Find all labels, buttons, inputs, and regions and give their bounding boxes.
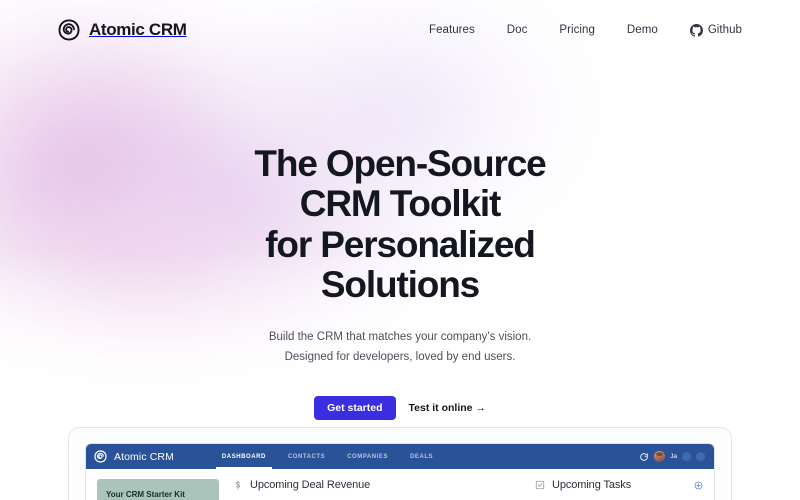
subhead-line-1: Build the CRM that matches your company'… — [268, 331, 532, 344]
starter-kit-title: Your CRM Starter Kit — [106, 490, 185, 499]
hero-subtitle: Build the CRM that matches your company'… — [0, 328, 800, 368]
nav-link-github-label: Github — [707, 24, 742, 36]
checklist-icon — [535, 480, 545, 490]
app-bar-chip-1[interactable] — [682, 452, 691, 461]
upcoming-tasks-panel: Upcoming Tasks — [535, 479, 703, 491]
landing-page: Atomic CRM Features Doc Pricing Demo Git… — [0, 0, 800, 500]
tab-contacts[interactable]: CONTACTS — [277, 444, 336, 469]
brand-logo-link[interactable]: Atomic CRM — [58, 19, 187, 41]
app-bar-actions: Ja — [639, 451, 705, 462]
tab-companies[interactable]: COMPANIES — [336, 444, 399, 469]
starter-kit-card[interactable]: Your CRM Starter Kit — [97, 479, 219, 500]
page-title: The Open-Source CRM Toolkit for Personal… — [0, 143, 800, 305]
app-tabs: DASHBOARD CONTACTS COMPANIES DEALS — [211, 444, 444, 469]
app-window: Atomic CRM DASHBOARD CONTACTS COMPANIES … — [86, 444, 714, 500]
app-content: Your CRM Starter Kit Upcoming Deal Reven… — [86, 469, 714, 500]
app-brand[interactable]: Atomic CRM — [94, 450, 174, 463]
app-screenshot-frame: Atomic CRM DASHBOARD CONTACTS COMPANIES … — [68, 427, 732, 500]
dollar-icon — [235, 480, 241, 490]
headline-line-4: Solutions — [320, 263, 480, 305]
headline-line-1: The Open-Source — [254, 143, 546, 184]
refresh-icon[interactable] — [639, 452, 649, 462]
headline-line-2: CRM Toolkit — [299, 183, 502, 225]
hero-section: The Open-Source CRM Toolkit for Personal… — [0, 60, 800, 420]
site-header: Atomic CRM Features Doc Pricing Demo Git… — [0, 0, 800, 60]
deal-revenue-panel: Upcoming Deal Revenue — [233, 479, 521, 491]
app-bar-chip-2[interactable] — [696, 452, 705, 461]
test-it-online-link[interactable]: Test it online → — [409, 402, 486, 414]
app-title: Atomic CRM — [114, 450, 174, 463]
tab-dashboard[interactable]: DASHBOARD — [211, 444, 277, 469]
deal-revenue-header: Upcoming Deal Revenue — [233, 479, 521, 491]
cta-row: Get started Test it online → — [0, 395, 800, 420]
nav-link-github[interactable]: Github — [689, 23, 742, 37]
subhead-line-2: Designed for developers, loved by end us… — [284, 351, 516, 364]
upcoming-tasks-title: Upcoming Tasks — [552, 479, 632, 491]
nav-link-demo[interactable]: Demo — [627, 24, 658, 36]
brand-name: Atomic CRM — [89, 20, 187, 39]
add-circle-icon[interactable] — [694, 481, 703, 490]
get-started-button[interactable]: Get started — [314, 395, 396, 420]
deal-revenue-title: Upcoming Deal Revenue — [250, 479, 371, 491]
app-user-name: Ja — [670, 453, 677, 460]
app-top-bar: Atomic CRM DASHBOARD CONTACTS COMPANIES … — [86, 444, 714, 469]
github-icon — [689, 23, 703, 37]
headline-line-3: for Personalized — [265, 223, 536, 265]
tab-deals[interactable]: DEALS — [399, 444, 444, 469]
upcoming-tasks-header: Upcoming Tasks — [535, 479, 703, 491]
nav-link-doc[interactable]: Doc — [507, 24, 528, 36]
spiral-logo-icon — [58, 19, 80, 41]
spiral-logo-icon — [94, 450, 107, 463]
nav-link-features[interactable]: Features — [429, 24, 475, 36]
avatar[interactable] — [654, 451, 666, 462]
main-nav: Features Doc Pricing Demo Github — [429, 23, 742, 37]
nav-link-pricing[interactable]: Pricing — [559, 24, 595, 36]
